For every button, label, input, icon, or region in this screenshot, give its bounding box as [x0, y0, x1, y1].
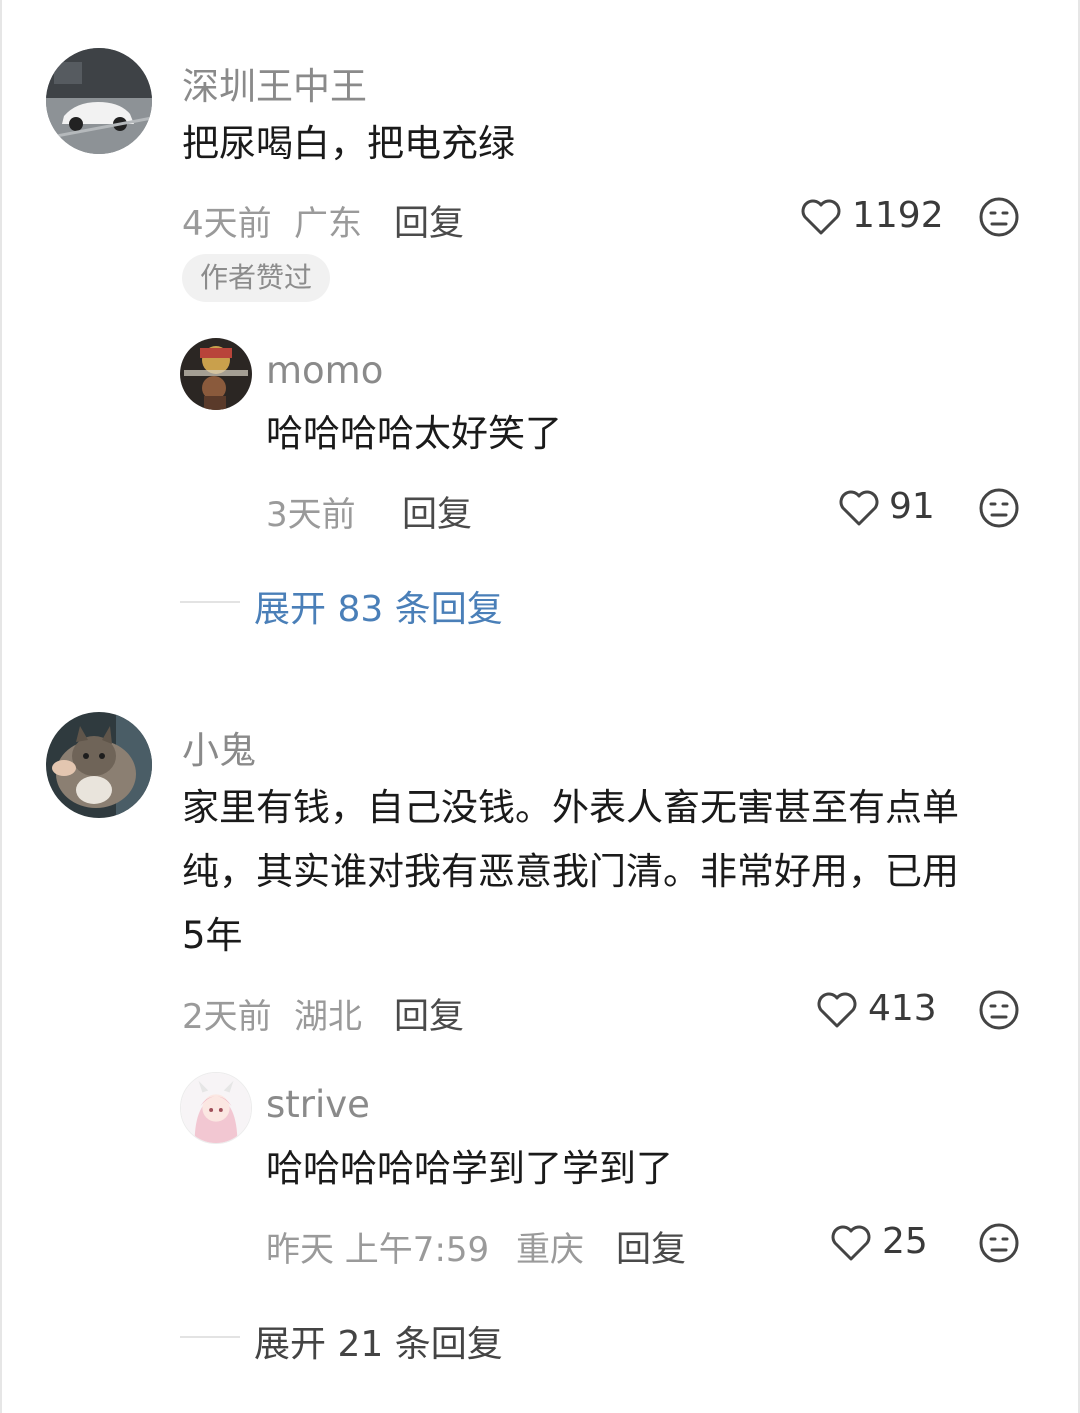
expand-replies-link[interactable]: 展开 21 条回复	[254, 1315, 503, 1367]
like-count: 413	[868, 988, 937, 1029]
like-count: 91	[889, 486, 935, 527]
author-liked-badge: 作者赞过	[182, 254, 331, 302]
comment-content-line: 5年	[182, 914, 243, 957]
like-count: 25	[882, 1221, 928, 1262]
heart-outline-icon[interactable]	[838, 489, 880, 527]
reply-content: 哈哈哈哈哈学到了学到了	[266, 1147, 673, 1190]
comment-location: 湖北	[294, 997, 362, 1037]
avatar-momo[interactable]	[180, 338, 252, 410]
comment-content: 把尿喝白，把电充绿	[182, 122, 515, 165]
heart-outline-icon[interactable]	[830, 1224, 872, 1262]
reply-username[interactable]: strive	[266, 1083, 370, 1126]
heart-outline-icon[interactable]	[800, 198, 842, 236]
reply-button[interactable]: 回复	[394, 988, 464, 1039]
comment-username[interactable]: 小鬼	[182, 720, 256, 774]
avatar-strive[interactable]	[180, 1072, 252, 1144]
neutral-face-icon[interactable]	[978, 1222, 1020, 1264]
avatar-car[interactable]	[46, 48, 152, 154]
expand-divider	[180, 601, 240, 603]
reply-time: 昨天 上午7:59	[266, 1230, 490, 1270]
neutral-face-icon[interactable]	[978, 989, 1020, 1031]
reply-button[interactable]: 回复	[402, 486, 472, 537]
neutral-face-icon[interactable]	[978, 196, 1020, 238]
reply-location: 重庆	[516, 1230, 584, 1270]
comment-time: 2天前	[182, 997, 272, 1037]
reply-button[interactable]: 回复	[394, 195, 464, 246]
comment-content-line: 家里有钱，自己没钱。外表人畜无害甚至有点单	[182, 786, 959, 829]
expand-divider	[180, 1336, 240, 1338]
heart-outline-icon[interactable]	[816, 991, 858, 1029]
avatar-cat[interactable]	[46, 712, 152, 818]
reply-time: 3天前	[266, 495, 356, 535]
reply-username[interactable]: momo	[266, 349, 383, 392]
reply-content: 哈哈哈哈太好笑了	[266, 412, 562, 455]
comment-location: 广东	[294, 204, 362, 244]
like-count: 1192	[852, 195, 944, 236]
comment-content-line: 纯，其实谁对我有恶意我门清。非常好用，已用	[182, 850, 959, 893]
reply-button[interactable]: 回复	[616, 1221, 686, 1272]
expand-replies-link[interactable]: 展开 83 条回复	[254, 580, 503, 632]
neutral-face-icon[interactable]	[978, 487, 1020, 529]
comment-list: 深圳王中王 把尿喝白，把电充绿 4天前 广东 回复 1192 作者赞过 momo…	[0, 0, 1080, 1413]
comment-username[interactable]: 深圳王中王	[182, 56, 367, 110]
comment-time: 4天前	[182, 204, 272, 244]
